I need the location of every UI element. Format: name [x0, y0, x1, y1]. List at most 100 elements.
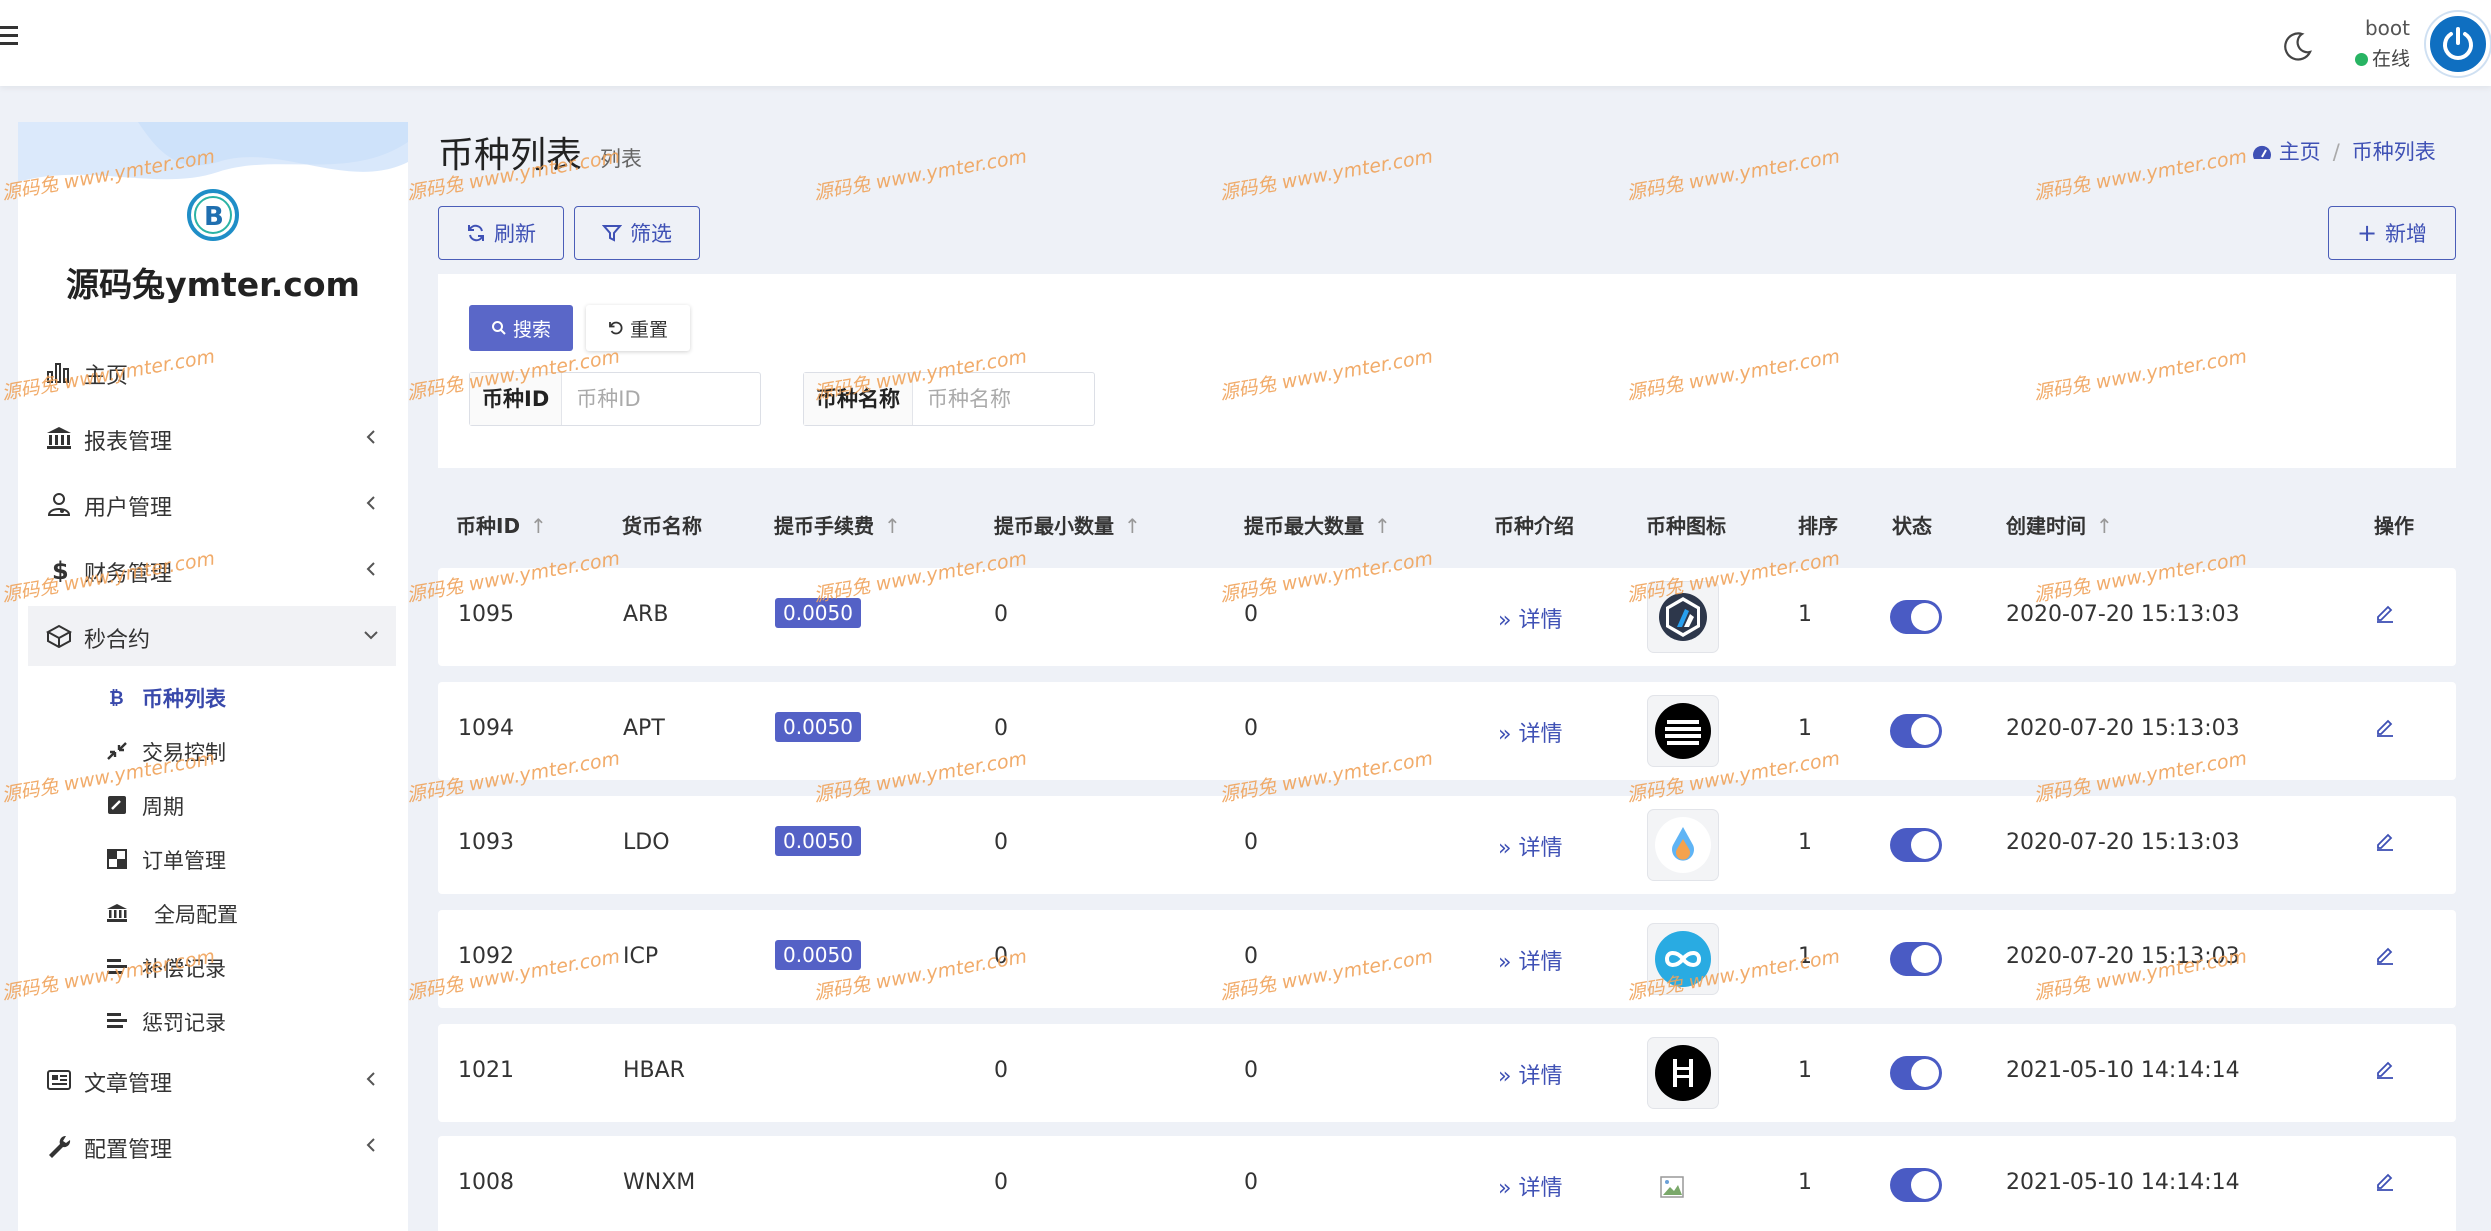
user-status: 在线 [2355, 44, 2410, 71]
detail-link[interactable]: » 详情 [1498, 716, 1562, 748]
power-icon [2443, 27, 2473, 60]
add-button[interactable]: + 新增 [2328, 206, 2456, 260]
dark-mode-moon-icon[interactable] [2282, 30, 2314, 62]
breadcrumb-separator: / [2332, 140, 2340, 164]
breadcrumb: 主页 / 币种列表 [2252, 136, 2436, 166]
cell-id: 1008 [458, 1170, 514, 1195]
toggle-knob [1911, 603, 1939, 631]
detail-link[interactable]: » 详情 [1498, 1170, 1562, 1202]
bank-icon [47, 427, 71, 449]
reset-button[interactable]: 重置 [586, 305, 690, 351]
coin-id-label: 币种ID [470, 373, 563, 425]
edit-icon[interactable] [2374, 716, 2396, 738]
edit-icon[interactable] [2374, 944, 2396, 966]
sort-arrow-icon[interactable]: ↑ [884, 514, 901, 538]
brand-name: 源码兔ymter.com [66, 265, 360, 304]
column-header-min[interactable]: 提币最小数量 ↑ [994, 510, 1141, 539]
coin-icon-box [1648, 810, 1718, 880]
cell-id: 1095 [458, 602, 514, 627]
user-doctor-icon [47, 493, 71, 516]
refresh-button[interactable]: 刷新 [438, 206, 564, 260]
fee-badge: 0.0050 [775, 712, 861, 742]
edit-icon[interactable] [2374, 602, 2396, 624]
edit-icon[interactable] [2374, 830, 2396, 852]
sort-arrow-icon[interactable]: ↑ [1374, 514, 1391, 538]
sidebar-header-decoration [18, 122, 408, 182]
detail-link[interactable]: » 详情 [1498, 602, 1562, 634]
sidebar-item-label: 秒合约 [84, 628, 151, 653]
toggle-knob [1911, 831, 1939, 859]
cell-created: 2020-07-20 15:13:03 [2006, 716, 2240, 741]
status-toggle[interactable] [1890, 600, 1942, 634]
status-toggle[interactable] [1890, 1056, 1942, 1090]
fee-badge: 0.0050 [775, 826, 861, 856]
breadcrumb-home[interactable]: 主页 [2279, 140, 2321, 164]
filter-label: 筛选 [630, 222, 672, 246]
column-header-max[interactable]: 提币最大数量 ↑ [1244, 510, 1391, 539]
cell-min: 0 [994, 1058, 1008, 1083]
sidebar-item-config[interactable]: 配置管理 [28, 1116, 396, 1176]
dashboard-icon [2253, 145, 2271, 159]
fee-badge: 0.0050 [775, 598, 861, 628]
cell-max: 0 [1244, 1058, 1258, 1083]
breadcrumb-current[interactable]: 币种列表 [2352, 140, 2436, 164]
edit-icon[interactable] [2374, 1058, 2396, 1080]
top-bar: boot 在线 [0, 0, 2491, 86]
cell-min: 0 [994, 716, 1008, 741]
sidebar-item-articles[interactable]: 文章管理 [28, 1050, 396, 1110]
cell-sort: 1 [1798, 716, 1812, 741]
column-header-label: 提币最小数量 [994, 514, 1114, 538]
detail-link[interactable]: » 详情 [1498, 830, 1562, 862]
sidebar-item-finance[interactable]: $ 财务管理 [28, 540, 396, 600]
column-header-created[interactable]: 创建时间 ↑ [2006, 510, 2113, 539]
search-button[interactable]: 搜索 [469, 305, 573, 351]
detail-link[interactable]: » 详情 [1498, 1058, 1562, 1090]
bar-chart-icon [47, 363, 69, 383]
sidebar-item-reports[interactable]: 报表管理 [28, 408, 396, 468]
menu-toggle-icon[interactable] [0, 26, 18, 48]
cell-id: 1093 [458, 830, 514, 855]
cell-name: WNXM [623, 1170, 696, 1195]
avatar[interactable] [2426, 12, 2490, 76]
filter-icon [602, 225, 622, 242]
sidebar-item-users[interactable]: 用户管理 [28, 474, 396, 534]
cell-min: 0 [994, 830, 1008, 855]
table-row: 1092 ICP 0.0050 0 0 » 详情 1 2020-07-20 15:13:03 [438, 910, 2456, 1008]
detail-link[interactable]: » 详情 [1498, 944, 1562, 976]
column-header-fee[interactable]: 提币手续费 ↑ [774, 510, 901, 539]
chevron-left-icon [366, 496, 375, 510]
cell-min: 0 [994, 602, 1008, 627]
chevron-left-icon [366, 1072, 375, 1086]
sort-arrow-icon[interactable]: ↑ [2096, 514, 2113, 538]
coin-name-input[interactable] [913, 373, 1085, 425]
column-header-id[interactable]: 币种ID ↑ [456, 510, 547, 539]
align-left-icon [107, 1013, 127, 1028]
sort-arrow-icon[interactable]: ↑ [1124, 514, 1141, 538]
toggle-knob [1911, 945, 1939, 973]
sort-arrow-icon[interactable]: ↑ [530, 514, 547, 538]
online-dot-icon [2355, 53, 2368, 66]
detail-label: 详情 [1518, 1064, 1563, 1089]
bitcoin-icon: ₿ [109, 688, 124, 707]
coin-id-input[interactable] [562, 373, 749, 425]
status-toggle[interactable] [1890, 828, 1942, 862]
watermark-text: 源码兔 www.ymter.com [2031, 145, 2249, 205]
filter-button[interactable]: 筛选 [574, 206, 700, 260]
column-header-label: 创建时间 [2006, 514, 2086, 538]
cell-min: 0 [994, 1170, 1008, 1195]
detail-label: 详情 [1518, 722, 1563, 747]
status-toggle[interactable] [1890, 1168, 1942, 1202]
user-name[interactable]: boot [2350, 16, 2410, 40]
svg-text:₿: ₿ [109, 688, 124, 707]
edit-icon[interactable] [2374, 1170, 2396, 1192]
sidebar-item-second-contract[interactable]: 秒合约 [28, 606, 396, 666]
search-icon [491, 321, 506, 335]
chess-board-icon [107, 849, 127, 869]
double-chevron-right-icon: » [1498, 1176, 1512, 1201]
compress-icon [107, 742, 127, 760]
status-toggle[interactable] [1890, 714, 1942, 748]
column-header-icon: 币种图标 [1646, 510, 1726, 539]
dollar-icon: $ [52, 558, 69, 582]
sidebar-item-home[interactable]: 主页 [28, 342, 396, 402]
status-toggle[interactable] [1890, 942, 1942, 976]
